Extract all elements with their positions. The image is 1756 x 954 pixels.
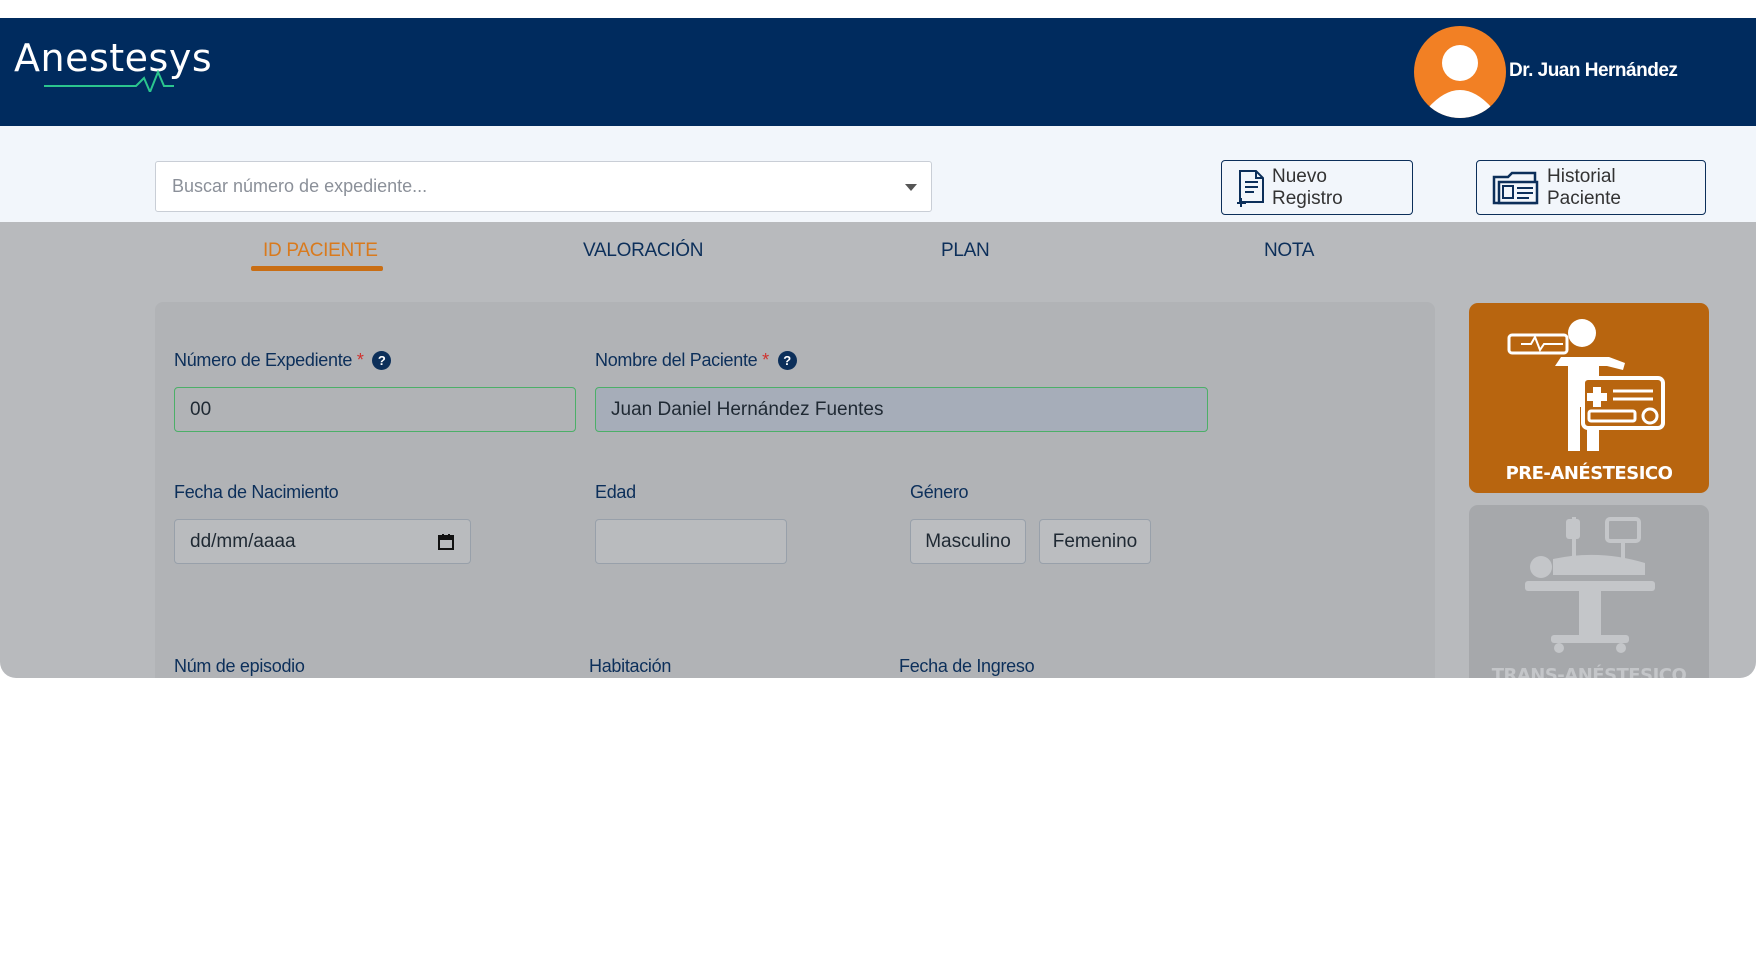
stage-pre-anestesico-card[interactable]: PRE-ANÉSTESICO [1469,303,1709,493]
tab-plan[interactable]: PLAN [941,240,990,262]
chevron-down-icon[interactable] [905,184,917,191]
document-add-icon [1237,169,1264,207]
tab-nota[interactable]: NOTA [1264,240,1314,262]
expediente-field[interactable]: 00 [174,387,576,432]
nombre-field[interactable]: Juan Daniel Hernández Fuentes [595,387,1208,432]
toolbar: Nuevo Registro Historial Paciente [0,126,1756,222]
patient-history-button[interactable]: Historial Paciente [1476,160,1706,215]
nombre-label: Nombre del Paciente [595,350,758,370]
fecha-ingreso-label: Fecha de Ingreso [899,656,1035,676]
patient-history-label: Historial Paciente [1547,165,1621,209]
required-mark: * [762,350,769,370]
heartbeat-wave-icon [44,70,174,92]
fecha-nacimiento-field[interactable]: dd/mm/aaaa [174,519,471,564]
expediente-label-row: Número de Expediente * ? [174,350,392,371]
top-header: Anestesys Dr. Juan Hernández [0,18,1756,126]
operating-bed-icon [1525,517,1655,653]
help-icon[interactable]: ? [372,351,392,370]
stage-pre-anestesico-label: PRE-ANÉSTESICO [1505,463,1673,484]
edad-field[interactable] [595,519,787,564]
user-avatar[interactable] [1414,26,1506,118]
edad-label: Edad [595,482,636,502]
app-logo[interactable]: Anestesys [14,36,212,92]
genero-label: Género [910,482,969,502]
required-mark: * [356,350,364,370]
expediente-value: 00 [190,398,212,420]
new-record-button[interactable]: Nuevo Registro [1221,160,1413,215]
active-tab-indicator [251,266,383,271]
help-icon[interactable]: ? [777,351,797,370]
habitacion-label: Habitación [589,656,672,676]
patient-monitor-icon [1507,319,1665,451]
workspace: ID PACIENTE VALORACIÓN PLAN NOTA Número … [0,222,1756,678]
record-search-select[interactable] [155,161,932,212]
calendar-icon[interactable] [437,533,455,551]
record-search-input[interactable] [172,162,872,211]
nombre-value: Juan Daniel Hernández Fuentes [611,398,884,420]
stage-trans-anestesico-card[interactable]: TRANS-ANÉSTESICO [1469,505,1709,678]
app-page: Anestesys Dr. Juan Hernández Buscar núme… [0,0,1756,954]
nombre-label-row: Nombre del Paciente * ? [595,350,797,371]
gender-female-button[interactable]: Femenino [1039,519,1151,564]
fecha-nacimiento-placeholder: dd/mm/aaaa [190,530,296,552]
user-name[interactable]: Dr. Juan Hernández [1509,60,1678,82]
user-silhouette-icon [1428,45,1492,118]
expediente-label: Número de Expediente [174,350,353,370]
fecha-nacimiento-label: Fecha de Nacimiento [174,482,339,502]
episodio-label: Núm de episodio [174,656,305,676]
new-record-label: Nuevo Registro [1272,165,1343,209]
stage-trans-anestesico-label: TRANS-ANÉSTESICO [1491,665,1687,678]
tab-id-paciente[interactable]: ID PACIENTE [263,240,378,262]
gender-male-button[interactable]: Masculino [910,519,1026,564]
folder-id-card-icon [1492,171,1539,204]
patient-id-form: Número de Expediente * ? 00 Nombre del P… [155,302,1435,678]
tab-valoracion[interactable]: VALORACIÓN [583,240,703,262]
